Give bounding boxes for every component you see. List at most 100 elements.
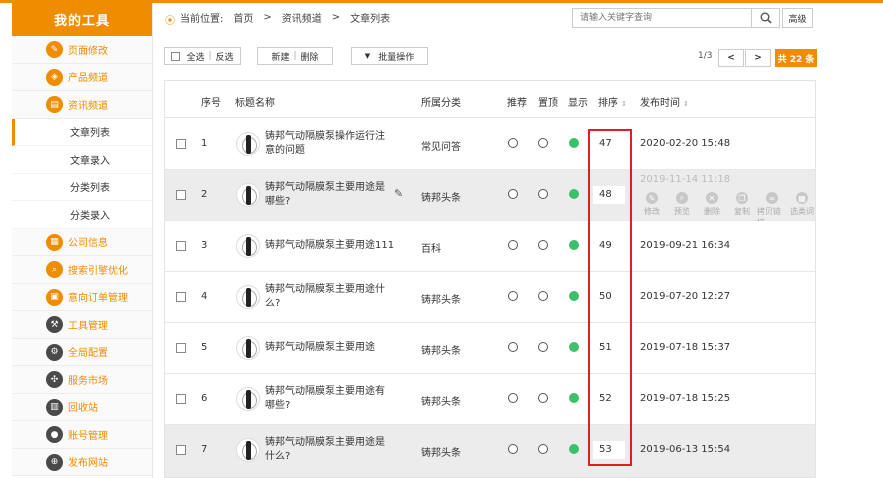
show-status-indicator[interactable] xyxy=(569,393,579,403)
row-checkbox[interactable] xyxy=(176,139,186,149)
article-category: 铸邦头条 xyxy=(421,346,461,357)
table-row[interactable]: 1 铸邦气动隔膜泵操作运行注意的问题 常见问答 47 2020-02-20 15… xyxy=(165,119,815,170)
article-title[interactable]: 铸邦气动隔膜泵主要用途 xyxy=(265,341,387,355)
order-icon: ▣ xyxy=(46,288,63,306)
prev-page-button[interactable]: < xyxy=(718,49,744,67)
show-status-indicator[interactable] xyxy=(569,291,579,301)
table-row[interactable]: 6 铸邦气动隔膜泵主要用途有哪些? 铸邦头条 52 2019-07-18 15:… xyxy=(165,374,815,425)
top-toggle[interactable] xyxy=(538,444,548,454)
table-row[interactable]: 7 铸邦气动隔膜泵主要用途是什么? 铸邦头条 53 2019-06-13 15:… xyxy=(165,425,815,477)
article-title[interactable]: 铸邦气动隔膜泵操作运行注意的问题 xyxy=(265,130,387,158)
article-title[interactable]: 铸邦气动隔膜泵主要用途是什么? xyxy=(265,436,387,464)
table-row[interactable]: 5 铸邦气动隔膜泵主要用途 铸邦头条 51 2019-07-18 15:37 xyxy=(165,323,815,374)
select-all-checkbox[interactable] xyxy=(171,51,181,61)
caret-down-icon: ▼ xyxy=(364,52,371,60)
magnifier-icon: ⌕ xyxy=(676,192,688,204)
table-row[interactable]: 2 铸邦气动隔膜泵主要用途是哪些? ✎ 铸邦头条 48 2019-11-14 1… xyxy=(165,170,815,227)
recommend-toggle[interactable] xyxy=(508,189,518,199)
row-checkbox[interactable] xyxy=(176,241,186,251)
subnav-article-entry[interactable]: 文章录入 xyxy=(12,146,152,174)
edit-icon[interactable]: ✎ xyxy=(394,187,405,200)
select-all-button[interactable]: 全选 xyxy=(186,50,204,63)
sidebar-item-publish[interactable]: ⊕ 发布网站 xyxy=(12,448,152,476)
sidebar-item-global-config[interactable]: ⚙ 全局配置 xyxy=(12,338,152,366)
row-checkbox[interactable] xyxy=(176,190,186,200)
sidebar-item-tools[interactable]: ⚒ 工具管理 xyxy=(12,311,152,339)
sidebar-item-page-edit[interactable]: ✎ 页面修改 xyxy=(12,36,152,64)
new-delete-group: 新建 | 删除 xyxy=(257,47,333,65)
search-button[interactable] xyxy=(752,8,780,28)
article-thumbnail xyxy=(236,387,260,411)
article-thumbnail xyxy=(236,234,260,258)
recommend-toggle[interactable] xyxy=(508,342,518,352)
breadcrumb-news[interactable]: 资讯频道 xyxy=(282,10,322,25)
show-status-indicator[interactable] xyxy=(569,138,579,148)
row-index: 1 xyxy=(201,138,208,149)
company-icon: ▦ xyxy=(46,233,63,251)
recommend-toggle[interactable] xyxy=(508,240,518,250)
sidebar-item-seo[interactable]: ⌕ 搜索引擎优化 xyxy=(12,256,152,284)
subnav-category-entry[interactable]: 分类录入 xyxy=(12,201,152,229)
show-status-indicator[interactable] xyxy=(569,240,579,250)
top-toggle[interactable] xyxy=(538,189,548,199)
top-toggle[interactable] xyxy=(538,291,548,301)
breadcrumb-home[interactable]: 首页 xyxy=(233,10,253,25)
top-toggle[interactable] xyxy=(538,393,548,403)
recommend-toggle[interactable] xyxy=(508,444,518,454)
search-icon xyxy=(760,12,772,24)
article-title[interactable]: 铸邦气动隔膜泵主要用途是哪些? xyxy=(265,181,387,209)
recommend-toggle[interactable] xyxy=(508,291,518,301)
article-thumbnail xyxy=(236,183,260,207)
article-title[interactable]: 铸邦气动隔膜泵主要用途有哪些? xyxy=(265,385,387,413)
advanced-search-button[interactable]: 高级 xyxy=(782,8,813,28)
article-thumbnail xyxy=(236,285,260,309)
sidebar-item-company[interactable]: ▦ 公司信息 xyxy=(12,228,152,256)
row-checkbox[interactable] xyxy=(176,445,186,455)
keyword-icon: ▦ xyxy=(796,192,808,204)
row-checkbox[interactable] xyxy=(176,292,186,302)
batch-action-button[interactable]: ▼ 批量操作 xyxy=(351,47,428,65)
publish-date: 2019-07-20 12:27 xyxy=(640,291,731,302)
recommend-toggle[interactable] xyxy=(508,138,518,148)
delete-button[interactable]: 删除 xyxy=(301,50,319,63)
sidebar-item-recycle[interactable]: ▥ 回收站 xyxy=(12,393,152,421)
select-group: 全选 | 反选 xyxy=(164,47,241,65)
sidebar-item-market[interactable]: ✣ 服务市场 xyxy=(12,366,152,394)
show-status-indicator[interactable] xyxy=(569,189,579,199)
invert-selection-button[interactable]: 反选 xyxy=(216,50,234,63)
row-index: 7 xyxy=(201,444,208,455)
article-table: 序号 标题名称 所属分类 推荐 置顶 显示 排序 ⇕ 发布时间 ⇕ 1 铸邦气动隔膜… xyxy=(164,80,816,478)
show-status-indicator[interactable] xyxy=(569,342,579,352)
table-row[interactable]: 3 铸邦气动隔膜泵主要用途111 百科 49 2019-09-21 16:34 xyxy=(165,221,815,272)
publish-date: 2019-06-13 15:54 xyxy=(640,444,731,455)
top-toggle[interactable] xyxy=(538,138,548,148)
subnav-category-list[interactable]: 分类列表 xyxy=(12,173,152,201)
sidebar-item-news[interactable]: ▤ 资讯频道 xyxy=(12,91,152,119)
wrench-icon: ⚒ xyxy=(46,316,63,333)
row-checkbox[interactable] xyxy=(176,343,186,353)
close-icon: ✕ xyxy=(706,192,718,204)
article-title[interactable]: 铸邦气动隔膜泵主要用途什么? xyxy=(265,283,387,311)
header-title: 标题名称 xyxy=(235,98,275,109)
pencil-icon: ✎ xyxy=(646,192,658,204)
top-toggle[interactable] xyxy=(538,240,548,250)
header-sort[interactable]: 排序 ⇕ xyxy=(598,94,627,109)
breadcrumb-current: 文章列表 xyxy=(350,13,391,25)
article-category: 铸邦头条 xyxy=(421,397,461,408)
sidebar-item-orders[interactable]: ▣ 意向订单管理 xyxy=(12,283,152,311)
breadcrumb-separator: > xyxy=(263,11,272,23)
subnav-article-list[interactable]: 文章列表 xyxy=(12,118,152,146)
article-title[interactable]: 铸邦气动隔膜泵主要用途111 xyxy=(265,239,395,253)
row-checkbox[interactable] xyxy=(176,394,186,404)
trash-icon: ▥ xyxy=(46,398,63,416)
show-status-indicator[interactable] xyxy=(569,444,579,454)
next-page-button[interactable]: > xyxy=(745,49,771,67)
search-input[interactable] xyxy=(572,8,752,28)
new-button[interactable]: 新建 xyxy=(271,50,289,63)
table-row[interactable]: 4 铸邦气动隔膜泵主要用途什么? 铸邦头条 50 2019-07-20 12:2… xyxy=(165,272,815,323)
header-date[interactable]: 发布时间 ⇕ xyxy=(640,94,689,109)
sidebar-item-accounts[interactable]: ● 账号管理 xyxy=(12,421,152,449)
recommend-toggle[interactable] xyxy=(508,393,518,403)
sidebar-item-products[interactable]: ◈ 产品频道 xyxy=(12,63,152,91)
top-toggle[interactable] xyxy=(538,342,548,352)
